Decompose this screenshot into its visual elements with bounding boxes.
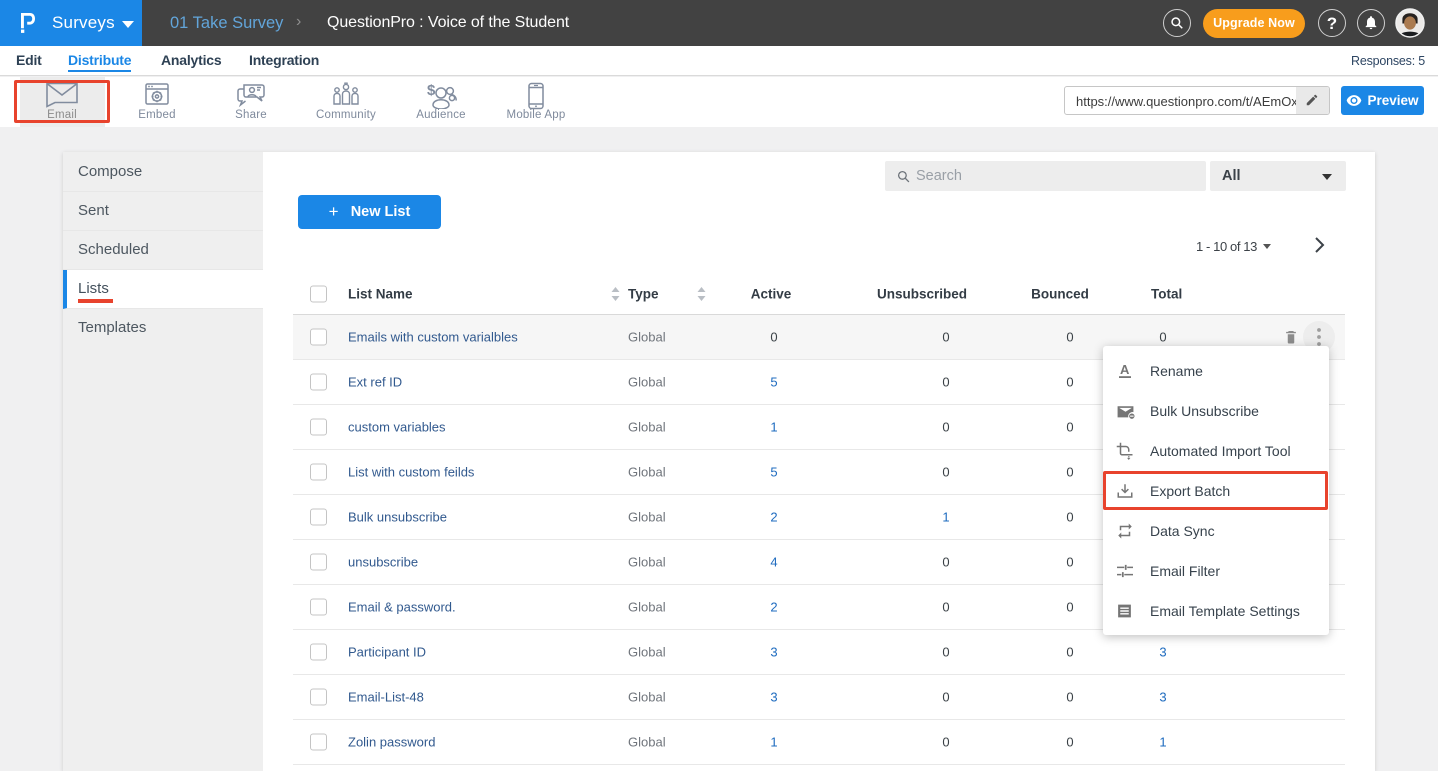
svg-text:$: $: [427, 82, 436, 99]
svg-text:A: A: [1120, 362, 1130, 377]
